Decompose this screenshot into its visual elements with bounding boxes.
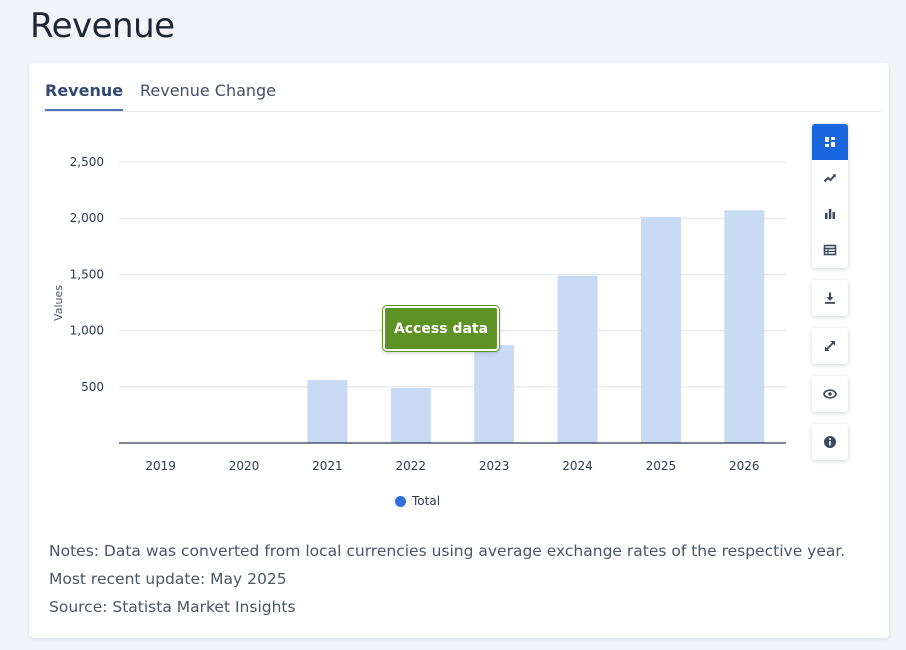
line-chart-button[interactable] xyxy=(812,160,848,196)
y-tick-label: 2,500 xyxy=(70,155,104,169)
bar[interactable] xyxy=(474,345,515,443)
page-title: Revenue xyxy=(30,6,175,46)
eye-button[interactable] xyxy=(812,376,848,412)
bar[interactable] xyxy=(557,275,598,443)
x-tick-label: 2025 xyxy=(646,459,677,473)
fullscreen-toolbar xyxy=(812,328,848,364)
x-tick-label: 2026 xyxy=(729,459,760,473)
table-button[interactable] xyxy=(812,232,848,268)
bar-chart-icon xyxy=(825,209,835,219)
y-axis-title: Values xyxy=(52,285,65,321)
access-data-button[interactable]: Access data xyxy=(383,306,499,351)
download-toolbar xyxy=(812,280,848,316)
info-toolbar xyxy=(812,424,848,460)
x-tick-label: 2022 xyxy=(396,459,427,473)
expand-button[interactable] xyxy=(812,328,848,364)
view-toolbar xyxy=(812,376,848,412)
y-tick-label: 2,000 xyxy=(70,211,104,225)
tab-revenue-change[interactable]: Revenue Change xyxy=(140,81,276,109)
bar[interactable] xyxy=(640,217,681,443)
chart-card: Revenue Revenue Change 500 1,000 1,500 2,00… xyxy=(29,63,889,638)
x-tick-label: 2024 xyxy=(562,459,593,473)
update-text: Most recent update: May 2025 xyxy=(49,570,287,588)
download-icon xyxy=(825,292,835,304)
y-tick-label: 500 xyxy=(81,380,104,394)
download-button[interactable] xyxy=(812,280,848,316)
x-tick-label: 2019 xyxy=(145,459,176,473)
x-tick-label: 2021 xyxy=(312,459,343,473)
source-text: Source: Statista Market Insights xyxy=(49,598,296,616)
x-tick-label: 2023 xyxy=(479,459,510,473)
x-tick-label: 2020 xyxy=(229,459,260,473)
dashboard-button[interactable] xyxy=(812,124,848,160)
chart-legend[interactable]: Total xyxy=(395,494,440,508)
bar[interactable] xyxy=(390,387,431,443)
legend-marker xyxy=(395,495,406,507)
info-icon xyxy=(824,436,836,448)
line-chart-icon xyxy=(823,174,836,183)
tab-revenue[interactable]: Revenue xyxy=(45,81,124,111)
eye-icon xyxy=(823,389,837,399)
y-tick-label: 1,500 xyxy=(70,267,104,281)
chart-type-toolbar xyxy=(812,124,848,268)
dashboard-icon xyxy=(825,137,835,147)
info-button[interactable] xyxy=(812,424,848,460)
expand-icon xyxy=(825,341,835,351)
notes-text: Notes: Data was converted from local cur… xyxy=(49,542,846,560)
bar[interactable] xyxy=(307,380,348,443)
bar-chart-button[interactable] xyxy=(812,196,848,232)
chart-notes: Notes: Data was converted from local cur… xyxy=(49,537,845,621)
y-tick-label: 1,000 xyxy=(70,324,104,338)
tab-bar: Revenue Revenue Change xyxy=(41,63,881,112)
legend-label-total: Total xyxy=(412,494,441,508)
table-icon xyxy=(823,244,837,256)
bar[interactable] xyxy=(724,210,765,443)
